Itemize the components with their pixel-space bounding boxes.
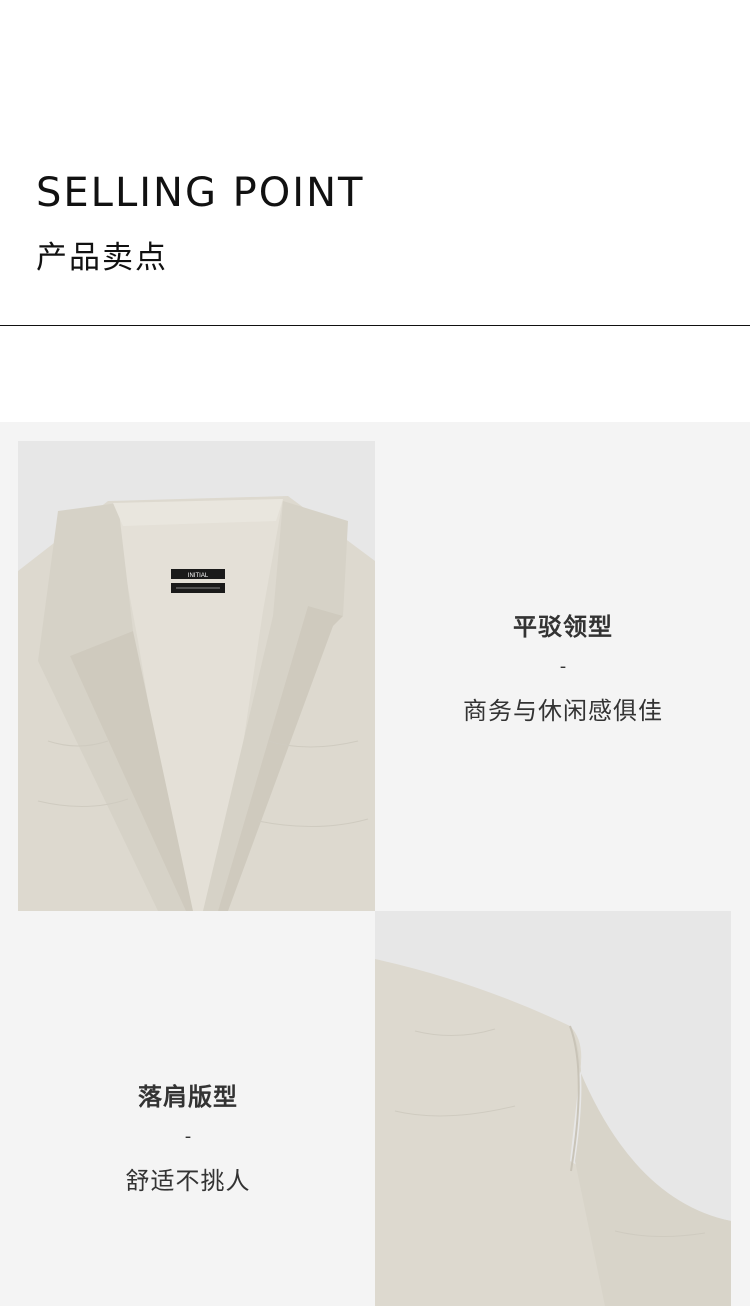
header-section: SELLING POINT 产品卖点 [0, 0, 750, 326]
feature-title: 平驳领型 [513, 613, 613, 641]
section-title-en: SELLING POINT [36, 170, 365, 216]
feature-description: 商务与休闲感俱佳 [463, 697, 663, 725]
header-divider [0, 325, 750, 326]
shoulder-closeup-image [375, 911, 731, 1306]
feature-separator: - [559, 656, 567, 677]
garment-label-text: INITIAL [188, 573, 209, 579]
collar-closeup-image: INITIAL [18, 441, 375, 911]
feature-title: 落肩版型 [138, 1083, 238, 1111]
selling-points-panel: INITIAL 平驳领型 - 商务与休闲感俱佳 落肩版型 - 舒适不挑人 [0, 422, 750, 1306]
feature-block-lapel: 平驳领型 - 商务与休闲感俱佳 [383, 607, 743, 726]
feature-block-shoulder: 落肩版型 - 舒适不挑人 [8, 1077, 368, 1196]
feature-separator: - [184, 1126, 192, 1147]
section-title-cn: 产品卖点 [36, 240, 168, 276]
feature-description: 舒适不挑人 [125, 1167, 251, 1195]
